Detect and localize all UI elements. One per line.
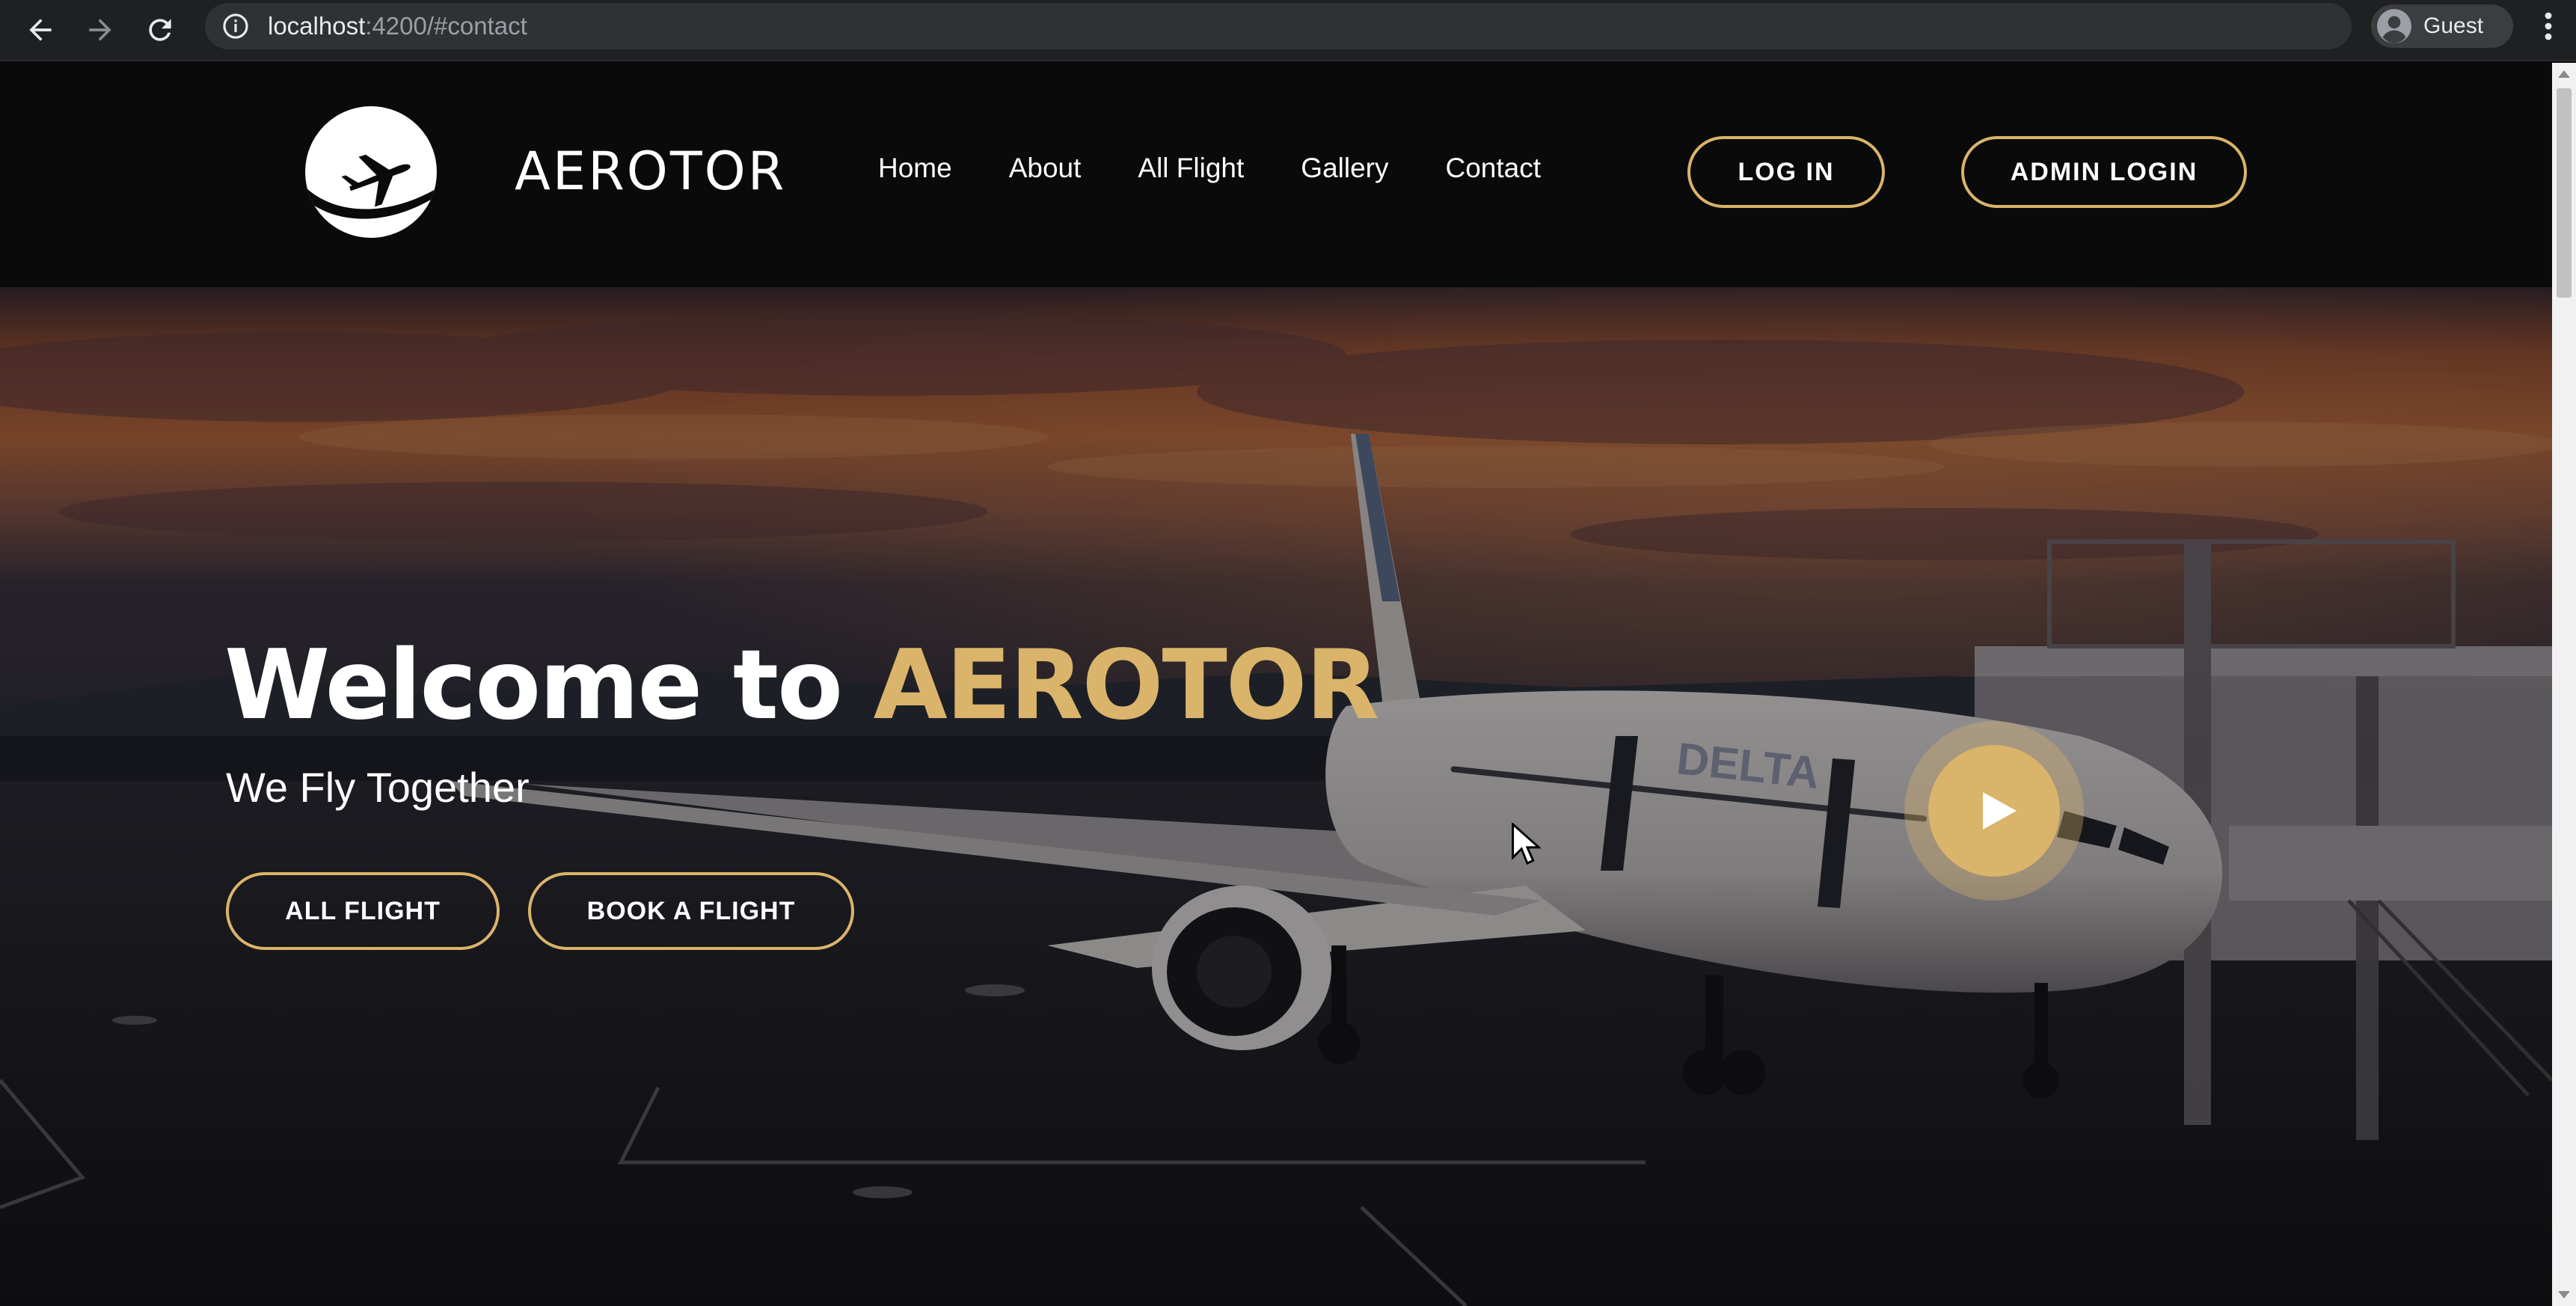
site-logo[interactable]: [305, 106, 437, 238]
hero-title: Welcome to AEROTOR: [224, 630, 1380, 741]
nav-contact[interactable]: Contact: [1446, 153, 1542, 184]
page-scrollbar[interactable]: [2552, 63, 2576, 1306]
play-video-button[interactable]: [1904, 721, 2084, 901]
arrow-left-icon: [29, 19, 52, 41]
info-icon[interactable]: [221, 12, 250, 40]
forward-button[interactable]: [70, 0, 130, 61]
nav-home[interactable]: Home: [878, 153, 952, 184]
hero-section: DELTA Welcome to AEROTOR We Fly Together…: [0, 287, 2552, 1306]
login-button[interactable]: LOG IN: [1687, 136, 1885, 208]
browser-toolbar: localhost:4200/#contact Guest: [0, 0, 2576, 61]
user-circle-icon: [2377, 9, 2411, 43]
nav-gallery[interactable]: Gallery: [1301, 153, 1388, 184]
scrollbar-thumb[interactable]: [2557, 88, 2572, 298]
hero-title-accent: AEROTOR: [873, 630, 1380, 741]
site-header: AEROTOR Home About All Flight Gallery Co…: [0, 63, 2552, 287]
reload-icon: [149, 19, 171, 41]
hero-title-prefix: Welcome to: [224, 630, 874, 741]
scroll-up-arrow-icon[interactable]: [2558, 70, 2570, 78]
url-path: :4200/#contact: [365, 12, 527, 40]
airplane-icon: [305, 154, 437, 219]
profile-label: Guest: [2423, 13, 2484, 38]
kebab-menu-icon: [2545, 12, 2552, 40]
book-flight-button[interactable]: BOOK A FLIGHT: [528, 872, 854, 950]
hero-subtitle: We Fly Together: [226, 764, 530, 811]
main-nav: Home About All Flight Gallery Contact: [878, 153, 1541, 184]
reload-button[interactable]: [130, 0, 190, 61]
url-host: localhost: [268, 12, 366, 40]
address-bar[interactable]: localhost:4200/#contact: [205, 3, 2352, 49]
play-icon: [1983, 792, 2017, 830]
brand-name[interactable]: AEROTOR: [515, 141, 786, 202]
profile-button[interactable]: Guest: [2371, 4, 2513, 48]
all-flight-button[interactable]: ALL FLIGHT: [226, 872, 500, 950]
browser-menu-button[interactable]: [2530, 0, 2567, 52]
arrow-right-icon: [89, 19, 111, 41]
scroll-down-arrow-icon[interactable]: [2558, 1291, 2570, 1299]
back-button[interactable]: [10, 0, 70, 61]
play-button-core[interactable]: [1928, 745, 2060, 877]
nav-about[interactable]: About: [1009, 153, 1082, 184]
mouse-cursor-icon: [1512, 823, 1541, 865]
nav-all-flight[interactable]: All Flight: [1138, 153, 1244, 184]
admin-login-button[interactable]: ADMIN LOGIN: [1961, 136, 2247, 208]
